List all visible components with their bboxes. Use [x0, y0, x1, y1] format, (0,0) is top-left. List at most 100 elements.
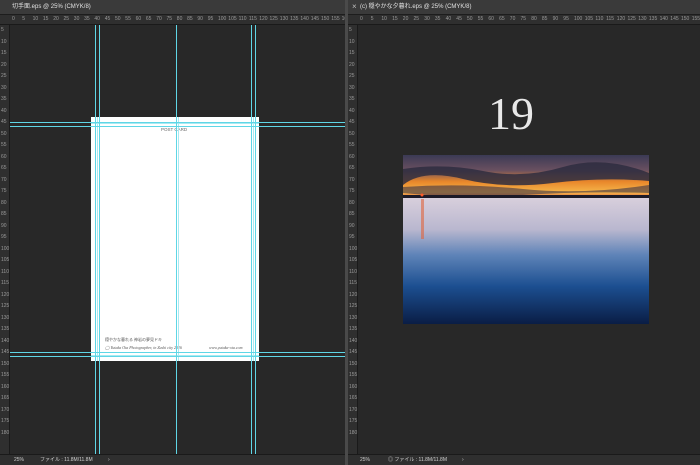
ruler-tick-label: 70: [156, 16, 162, 22]
ruler-tick-label: 80: [176, 16, 183, 22]
left-document-tab[interactable]: 切手面.eps @ 25% (CMYK/8): [0, 0, 345, 15]
right-status-bar: 25% ◎ ファイル : 11.8M/11.8M ›: [348, 454, 700, 465]
ruler-tick-label: 175: [1, 418, 10, 424]
guide-vertical[interactable]: [95, 25, 96, 455]
ruler-tick-label: 180: [1, 429, 10, 436]
ruler-tick-label: 5: [370, 16, 374, 22]
guide-horizontal[interactable]: [10, 122, 345, 123]
zoom-level[interactable]: 25%: [14, 455, 24, 465]
file-size-info: ◎ ファイル : 11.8M/11.8M: [388, 457, 447, 463]
ruler-tick-label: 85: [1, 211, 7, 217]
ruler-tick-label: 40: [349, 107, 355, 114]
ruler-tick-label: 25: [413, 16, 420, 22]
guide-vertical[interactable]: [97, 117, 98, 361]
ruler-tick-label: 30: [424, 16, 430, 22]
ruler-tick-label: 35: [349, 96, 355, 102]
ruler-tick-label: 35: [434, 16, 441, 22]
guide-vertical[interactable]: [253, 117, 254, 361]
ruler-tick-label: 15: [42, 16, 49, 22]
ruler-tick-label: 95: [349, 234, 355, 240]
ruler-tick-label: 5: [349, 27, 352, 33]
ruler-tick-label: 60: [1, 153, 7, 160]
ruler-tick-label: 170: [349, 406, 358, 413]
ruler-tick-label: 45: [456, 16, 462, 22]
ruler-tick-label: 140: [659, 16, 668, 22]
ruler-tick-label: 100: [1, 245, 10, 252]
ruler-tick-label: 15: [349, 50, 355, 56]
left-document-window[interactable]: 切手面.eps @ 25% (CMYK/8) 0 5 10 15 20 25 30 35 40 4…: [0, 0, 360, 465]
guide-horizontal[interactable]: [91, 123, 259, 124]
left-status-bar: 25% ファイル : 11.8M/11.8M ›: [0, 454, 345, 465]
ruler-tick-label: 120: [349, 291, 358, 298]
ruler-tick-label: 100: [574, 16, 583, 22]
ruler-tick-label: 110: [349, 268, 357, 275]
left-canvas[interactable]: POST CARD 穏やかな暮れる 神岩の夢見ドキ ◯ Yutaka Ota P…: [10, 25, 345, 455]
ruler-tick-label: 20: [53, 16, 59, 22]
ruler-tick-label: 15: [392, 16, 398, 22]
vertical-ruler[interactable]: 5 10 15 20 25 30 35 40 45 50 55 60 65 70 75 80 85 90 95 100…: [348, 25, 358, 455]
ruler-tick-label: 80: [1, 199, 7, 206]
postcard-credit-line1: 穏やかな暮れる 神岩の夢見ドキ: [105, 337, 162, 342]
ruler-tick-label: 65: [499, 16, 505, 22]
guide-horizontal[interactable]: [10, 352, 345, 353]
right-document-window[interactable]: × (c) 穏やかな夕暮れ.eps @ 25% (CMYK/8) 0 5 10 15 2…: [348, 0, 700, 465]
guide-vertical[interactable]: [176, 25, 177, 455]
zoom-level[interactable]: 25%: [360, 455, 370, 465]
ruler-tick-label: 45: [1, 119, 7, 125]
guide-vertical[interactable]: [99, 25, 100, 455]
ruler-tick-label: 125: [627, 16, 636, 22]
page-number: 19: [488, 88, 534, 139]
ruler-tick-label: 95: [207, 16, 214, 22]
ruler-tick-label: 100: [218, 16, 227, 22]
guide-vertical[interactable]: [255, 25, 256, 455]
ruler-tick-label: 50: [349, 130, 355, 137]
ruler-tick-label: 60: [488, 16, 494, 22]
ruler-tick-label: 105: [1, 257, 10, 263]
ruler-tick-label: 40: [445, 16, 452, 22]
ruler-tick-label: 85: [187, 16, 193, 22]
ruler-tick-label: 15: [1, 50, 7, 56]
ruler-tick-label: 160: [349, 383, 358, 390]
ruler-tick-label: 90: [1, 222, 7, 229]
ruler-tick-label: 20: [1, 61, 7, 68]
ruler-tick-label: 155: [331, 16, 340, 22]
ruler-tick-label: 50: [467, 16, 473, 22]
ruler-tick-label: 135: [349, 326, 358, 332]
ruler-tick-label: 75: [166, 16, 173, 22]
ruler-tick-label: 130: [349, 314, 358, 321]
ruler-tick-label: 110: [595, 16, 604, 22]
horizontal-ruler[interactable]: 0 5 10 15 20 25 30 35 40 45 50 55 60 65 70 75 80 85 90 95 10…: [0, 15, 360, 25]
guide-vertical[interactable]: [251, 25, 252, 455]
guide-horizontal[interactable]: [10, 356, 345, 357]
ruler-tick-label: 70: [349, 176, 355, 183]
right-canvas[interactable]: 19: [358, 25, 700, 455]
ruler-tick-label: 60: [135, 16, 142, 22]
ruler-tick-label: 55: [1, 142, 7, 148]
ruler-tick-label: 5: [1, 27, 4, 33]
ruler-tick-label: 145: [349, 349, 358, 355]
status-arrow-icon[interactable]: ›: [108, 455, 110, 465]
ruler-tick-label: 125: [349, 303, 358, 309]
ruler-tick-label: 90: [552, 16, 559, 22]
right-document-tab[interactable]: × (c) 穏やかな夕暮れ.eps @ 25% (CMYK/8): [348, 0, 700, 15]
ruler-tick-label: 120: [259, 16, 268, 22]
ruler-tick-label: 25: [349, 73, 355, 79]
guide-vertical[interactable]: [178, 117, 179, 361]
vertical-ruler[interactable]: 5 10 15 20 25 30 35 40 45 50 55 60 65 70 75 80 85 90 95 100…: [0, 25, 10, 455]
ruler-tick-label: 90: [197, 16, 203, 22]
close-tab-icon[interactable]: ×: [352, 0, 357, 14]
ruler-tick-label: 25: [63, 16, 70, 22]
guide-horizontal[interactable]: [10, 126, 345, 127]
ruler-tick-label: 155: [1, 372, 10, 378]
ruler-tick-label: 75: [520, 16, 527, 22]
ruler-tick-label: 105: [228, 16, 237, 22]
horizontal-ruler[interactable]: 0 5 10 15 20 25 30 35 40 45 50 55 60 65 70 75 80 85 90 95 10…: [348, 15, 700, 25]
ruler-tick-label: 145: [670, 16, 679, 22]
status-arrow-icon[interactable]: ›: [462, 455, 464, 465]
ruler-tick-label: 155: [691, 16, 700, 22]
ruler-tick-label: 80: [349, 199, 355, 206]
left-document-title: 切手面.eps @ 25% (CMYK/8): [12, 4, 91, 10]
ruler-tick-label: 135: [1, 326, 10, 332]
ruler-tick-label: 60: [349, 153, 355, 160]
ruler-tick-label: 5: [22, 16, 26, 22]
